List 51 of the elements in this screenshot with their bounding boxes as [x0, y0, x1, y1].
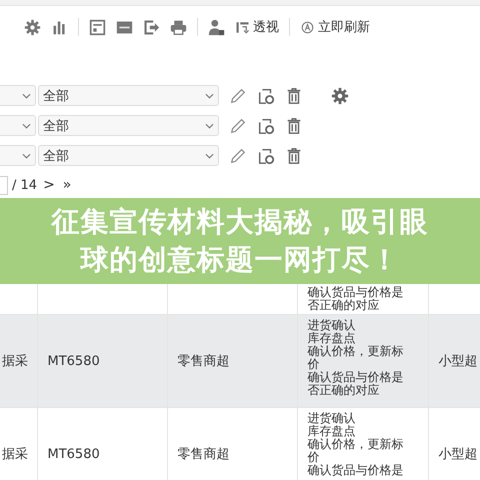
table-cell-line: 确认价格，更新标价	[308, 345, 404, 371]
page-total: / 14	[12, 178, 38, 192]
table-cell-text: 据采	[2, 353, 28, 370]
table-cell-line: 确认货品与价格是	[308, 464, 404, 477]
pivot-button[interactable]: 透视	[235, 18, 279, 36]
dropdown[interactable]: 全部	[38, 145, 219, 166]
form-icon[interactable]	[89, 18, 106, 36]
pencil-icon[interactable]	[229, 116, 247, 134]
pivot-icon	[235, 20, 250, 34]
table-cell-text: 零售商超	[178, 446, 230, 463]
last-page-button[interactable]: »	[60, 177, 74, 193]
sql-icon[interactable]	[116, 18, 133, 36]
table-cell: MT6580	[48, 354, 100, 368]
settings-icon[interactable]	[331, 86, 349, 104]
copy-settings-icon[interactable]	[257, 116, 275, 134]
chevron-down-icon	[22, 92, 31, 98]
refresh-button[interactable]: 立即刷新	[300, 18, 370, 36]
trash-icon[interactable]	[285, 146, 303, 164]
table-cell-line: 库存盘点	[308, 332, 356, 345]
table-cell-text: 小型超	[438, 353, 478, 370]
pencil-icon[interactable]	[229, 146, 247, 164]
table-cell: MT6580	[48, 446, 100, 462]
next-page-button[interactable]: >	[41, 177, 57, 193]
table-cell-line: 库存盘点	[308, 425, 356, 438]
table-cell-text: 小型超	[438, 446, 478, 463]
export-icon[interactable]	[143, 18, 160, 36]
chevron-down-icon	[205, 122, 214, 128]
chevron-down-icon	[22, 152, 31, 158]
page-input[interactable]	[0, 176, 8, 194]
dropdown[interactable]: 全部	[38, 85, 219, 106]
table-cell-text: 零售商超	[178, 353, 230, 370]
table-cell-line: 进货确认	[308, 412, 356, 425]
copy-settings-icon[interactable]	[257, 146, 275, 164]
circled-letter-icon	[300, 20, 315, 34]
copy-settings-icon[interactable]	[257, 86, 275, 104]
chevron-down-icon	[22, 122, 31, 128]
user-icon[interactable]	[208, 18, 225, 36]
table-cell-line: 进货确认	[308, 319, 356, 332]
print-icon[interactable]	[170, 18, 187, 36]
trash-icon[interactable]	[285, 86, 303, 104]
trash-icon[interactable]	[285, 116, 303, 134]
table-cell-line: 确认货品与价格是否正确的对应	[308, 286, 404, 312]
chevron-down-icon	[205, 152, 214, 158]
dropdown[interactable]: 全部	[38, 115, 219, 136]
table-cell-line: 确认货品与价格是否正确的对应	[308, 371, 404, 397]
settings-icon[interactable]	[24, 18, 41, 36]
table-cell-line: 确认价格，更新标价	[308, 438, 404, 464]
table-cell-text: 据采	[2, 446, 28, 463]
pencil-icon[interactable]	[229, 86, 247, 104]
banner-title: 征集宣传材料大揭秘，吸引眼球的创意标题一网打尽！	[50, 204, 430, 278]
chevron-down-icon	[205, 92, 214, 98]
